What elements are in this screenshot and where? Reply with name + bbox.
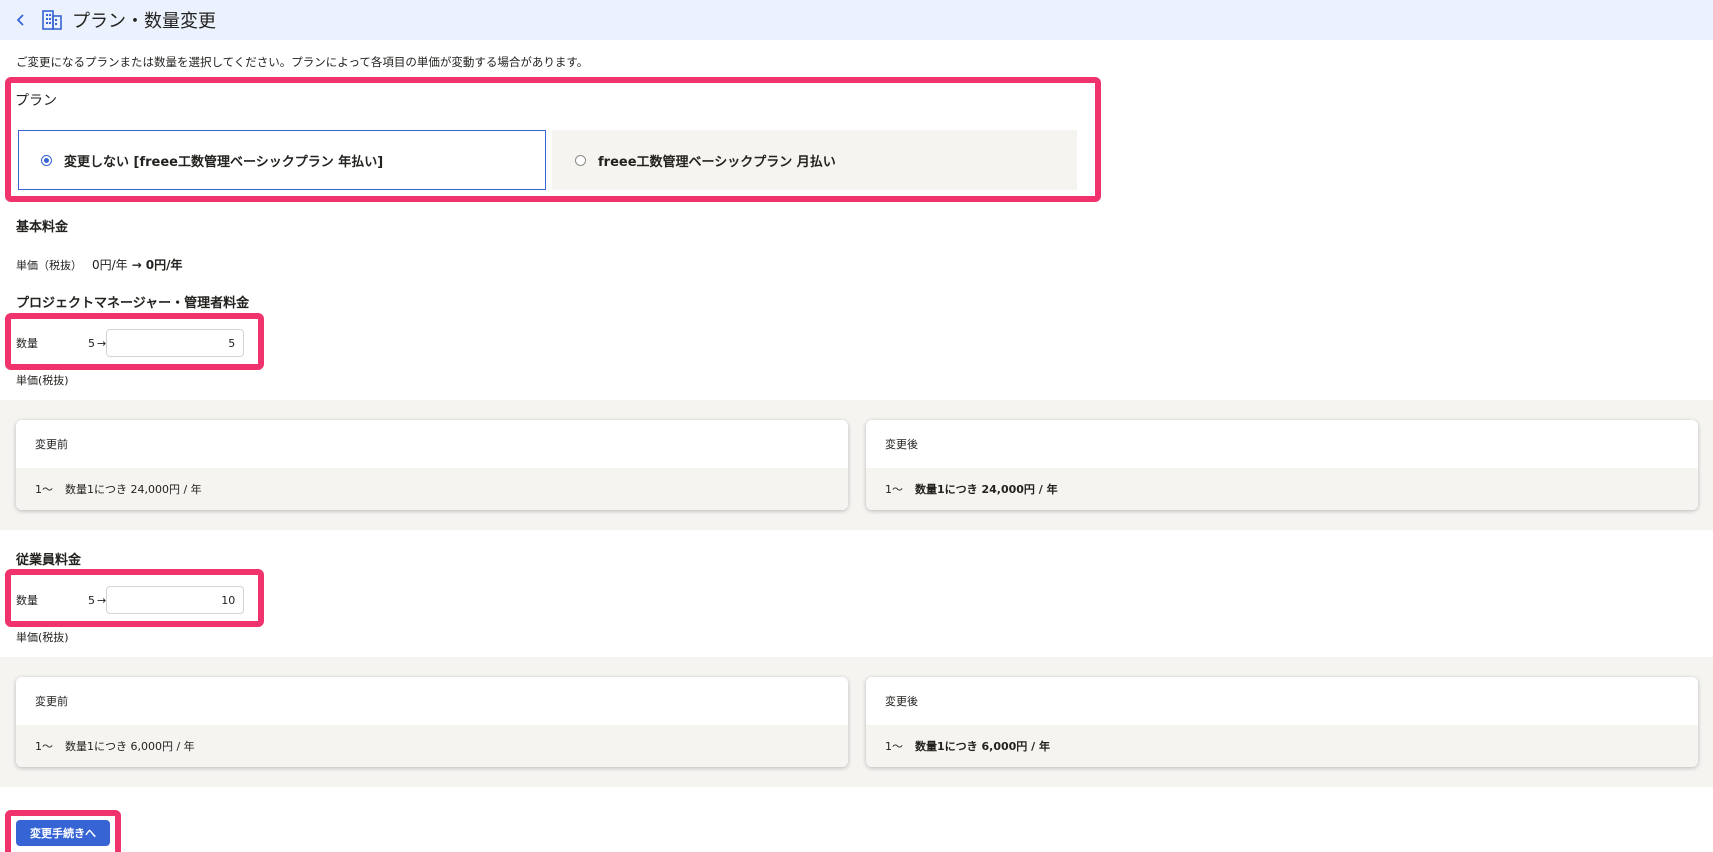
- card-title: 変更前: [35, 438, 68, 451]
- current-quantity: 5: [88, 336, 95, 350]
- page-title: プラン・数量変更: [72, 11, 216, 32]
- price-text: 数量1につき 6,000円 / 年: [915, 740, 1050, 753]
- pm-fee-title: プロジェクトマネージャー・管理者料金: [16, 296, 250, 311]
- page-header: プラン・数量変更: [0, 0, 1713, 40]
- price-text: 数量1につき 24,000円 / 年: [65, 483, 202, 496]
- card-title: 変更前: [35, 695, 68, 708]
- base-fee-before: 0円/年: [92, 258, 128, 272]
- card-price-row: 1～ 数量1につき 24,000円 / 年: [16, 468, 848, 510]
- arrow: →: [131, 258, 142, 272]
- plan-option-monthly[interactable]: freee工数管理ベーシックプラン 月払い: [552, 130, 1077, 190]
- page-description: ご変更になるプランまたは数量を選択してください。プランによって各項目の単価が変動…: [16, 55, 589, 69]
- employee-unit-price-label: 単価(税抜): [16, 631, 69, 644]
- plan-label: プラン: [15, 93, 57, 109]
- card-price-row: 1～ 数量1につき 6,000円 / 年: [16, 725, 848, 767]
- unit-price-label: 単価（税抜）: [16, 259, 82, 272]
- card-title: 変更後: [885, 695, 918, 708]
- plan-option-no-change[interactable]: 変更しない [freee工数管理ベーシックプラン 年払い]: [18, 130, 546, 190]
- employee-after-card: 変更後 1～ 数量1につき 6,000円 / 年: [866, 677, 1698, 767]
- price-text: 数量1につき 24,000円 / 年: [915, 483, 1058, 496]
- range: 1～: [885, 483, 903, 496]
- price-text: 数量1につき 6,000円 / 年: [65, 740, 195, 753]
- base-fee-price: 単価（税抜） 0円/年 → 0円/年: [16, 256, 182, 273]
- radio-selected-icon[interactable]: [41, 154, 52, 166]
- radio-unselected-icon[interactable]: [575, 154, 586, 166]
- plan-option-label: freee工数管理ベーシックプラン 月払い: [598, 154, 836, 170]
- chevron-left-icon[interactable]: [16, 11, 32, 30]
- pm-after-card: 変更後 1～ 数量1につき 24,000円 / 年: [866, 420, 1698, 510]
- pm-unit-price-label: 単価(税抜): [16, 374, 69, 387]
- pm-before-card: 変更前 1～ 数量1につき 24,000円 / 年: [16, 420, 848, 510]
- employee-fee-title: 従業員料金: [16, 553, 82, 568]
- employee-quantity-input[interactable]: [106, 586, 245, 614]
- pm-quantity-row: 数量 5 →: [16, 329, 245, 357]
- building-icon: [40, 8, 64, 32]
- quantity-label: 数量: [16, 594, 38, 607]
- card-price-row: 1～ 数量1につき 24,000円 / 年: [866, 468, 1698, 510]
- base-fee-title: 基本料金: [16, 220, 69, 235]
- current-quantity: 5: [88, 593, 95, 607]
- range: 1～: [35, 740, 53, 753]
- range: 1～: [885, 740, 903, 753]
- proceed-button[interactable]: 変更手続きへ: [16, 820, 110, 846]
- quantity-label: 数量: [16, 337, 38, 350]
- card-price-row: 1～ 数量1につき 6,000円 / 年: [866, 725, 1698, 767]
- pm-quantity-input[interactable]: [106, 329, 245, 357]
- employee-before-card: 変更前 1～ 数量1につき 6,000円 / 年: [16, 677, 848, 767]
- base-fee-after: 0円/年: [145, 258, 183, 272]
- card-title: 変更後: [885, 438, 918, 451]
- arrow: →: [97, 336, 107, 350]
- arrow: →: [97, 593, 107, 607]
- plan-option-label: 変更しない [freee工数管理ベーシックプラン 年払い]: [64, 154, 384, 170]
- employee-quantity-row: 数量 5 →: [16, 586, 245, 614]
- range: 1～: [35, 483, 53, 496]
